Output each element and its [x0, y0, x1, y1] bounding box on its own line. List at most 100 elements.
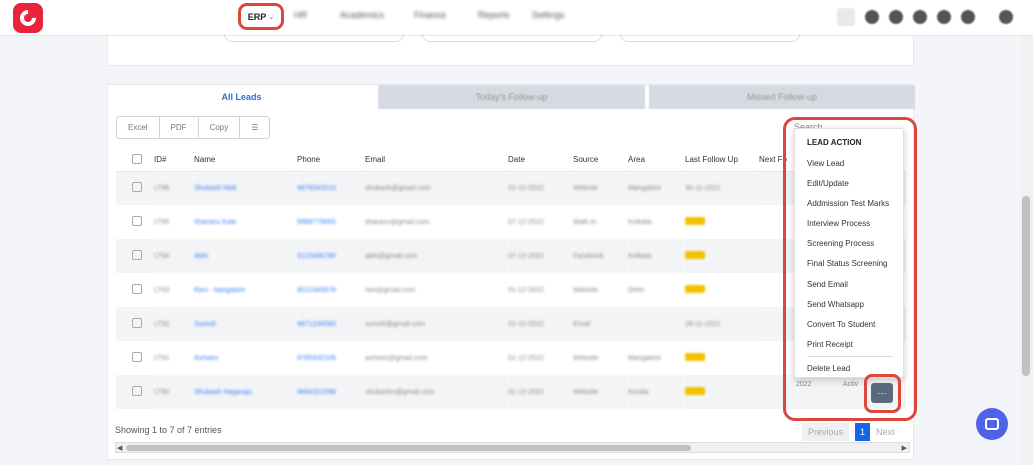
cell-area: Mangalore	[628, 354, 662, 362]
col-id[interactable]: ID#	[154, 149, 194, 172]
cell-date: 01-12-2022	[508, 307, 573, 341]
tab-all-leads[interactable]: All Leads	[108, 85, 375, 109]
cell-id: LT92	[154, 307, 194, 341]
cell-area: Kolkata	[628, 239, 685, 273]
col-phone[interactable]: Phone	[297, 149, 365, 172]
tab-today-followup[interactable]: Today's Follow-up	[378, 85, 645, 109]
select-all-cell	[116, 149, 154, 172]
notification-icon[interactable]	[913, 10, 927, 24]
pdf-button[interactable]: PDF	[159, 117, 199, 138]
cell-source: Facebook	[573, 239, 628, 273]
cell-id: LT96	[154, 171, 194, 205]
cell-name[interactable]: Abhi	[194, 239, 297, 273]
col-email[interactable]: Email	[365, 149, 508, 172]
avatar[interactable]	[999, 10, 1013, 24]
cell-id: LT91	[154, 354, 170, 362]
top-navbar: ERP ⌄ HR Academics Finance Reports Settin…	[0, 0, 1033, 36]
summary-pill	[224, 34, 404, 42]
cell-phone[interactable]: 9765432109	[297, 341, 365, 375]
cell-email: abhi@gmail.com	[365, 239, 508, 273]
cell-source: Website	[573, 375, 628, 409]
cell-phone[interactable]: 9871234560	[297, 307, 365, 341]
settings-icon[interactable]	[937, 10, 951, 24]
row-checkbox[interactable]	[132, 250, 142, 260]
message-icon[interactable]	[961, 10, 975, 24]
status-badge	[685, 353, 705, 361]
col-area[interactable]: Area	[628, 149, 685, 172]
nav-item-academics[interactable]: Academics	[340, 10, 384, 20]
nav-item-settings[interactable]: Settings	[532, 10, 565, 20]
scroll-thumb[interactable]	[126, 445, 691, 451]
cell-name[interactable]: Ashwini	[194, 341, 297, 375]
cell-id: LT93	[154, 286, 170, 294]
cell-id: LT95	[154, 218, 170, 226]
cell-phone[interactable]: 9123456780	[297, 239, 365, 273]
col-name[interactable]: Name	[194, 149, 297, 172]
logo-c-shape	[16, 6, 40, 30]
row-checkbox-cell	[116, 341, 154, 375]
status-badge	[685, 251, 705, 259]
col-source[interactable]: Source	[573, 149, 628, 172]
cell-phone[interactable]: 9012345678	[297, 273, 365, 307]
row-checkbox-cell	[116, 375, 154, 409]
cell-source: Walk-In	[573, 218, 597, 226]
cell-area: Kolkata	[628, 218, 652, 226]
nav-erp-label: ERP	[247, 11, 267, 22]
next-button[interactable]: Next	[876, 427, 895, 437]
column-visibility-button[interactable]: ☰	[240, 117, 270, 138]
row-checkbox[interactable]	[132, 352, 142, 362]
nav-item-hr[interactable]: HR	[294, 10, 307, 20]
search-icon[interactable]	[837, 8, 855, 26]
brand-logo[interactable]	[13, 3, 43, 33]
row-checkbox-cell	[116, 205, 154, 239]
page-scrollbar[interactable]	[1020, 36, 1033, 465]
list-icon: ☰	[251, 123, 259, 132]
cell-name[interactable]: Ravi - bangalore	[194, 273, 297, 307]
cell-name[interactable]: Suresh	[194, 307, 297, 341]
row-checkbox[interactable]	[132, 216, 142, 226]
nav-item-reports[interactable]: Reports	[478, 10, 510, 20]
table-info: Showing 1 to 7 of 7 entries	[115, 425, 222, 435]
cell-area	[628, 307, 685, 341]
select-all-checkbox[interactable]	[132, 153, 142, 164]
page-1-button[interactable]: 1	[855, 423, 871, 441]
row-checkbox[interactable]	[132, 284, 142, 294]
chat-button[interactable]	[976, 408, 1008, 440]
row-checkbox[interactable]	[132, 182, 142, 193]
row-checkbox-cell	[116, 171, 154, 205]
cell-date: 07-12-2022	[508, 218, 544, 226]
summary-card	[107, 34, 914, 66]
scroll-left-icon[interactable]: ◀	[117, 444, 122, 452]
cell-email: shubashn@gmail.com	[365, 375, 508, 409]
cell-phone[interactable]: 9876543210	[297, 171, 365, 205]
excel-button[interactable]: Excel	[117, 117, 160, 138]
col-date[interactable]: Date	[508, 149, 573, 172]
page-scroll-thumb[interactable]	[1022, 196, 1030, 376]
cell-source: Website	[573, 286, 599, 294]
action-button-highlight-annotation	[864, 374, 901, 413]
scroll-right-icon[interactable]: ▶	[902, 444, 907, 452]
cell-date: 01-12-2022	[508, 286, 544, 294]
tab-missed-followup[interactable]: Missed Follow-up	[649, 85, 915, 109]
cell-name[interactable]: Shubash Nagaraju	[194, 375, 297, 409]
chevron-down-icon: ⌄	[268, 13, 275, 21]
row-checkbox[interactable]	[132, 318, 142, 328]
cell-phone[interactable]: 9988776655	[297, 205, 365, 239]
nav-item-finance[interactable]: Finance	[414, 10, 446, 20]
cell-name[interactable]: Shubash Mali	[194, 171, 297, 205]
cell-area: Mangalore	[628, 171, 685, 205]
row-checkbox-cell	[116, 273, 154, 307]
apps-icon[interactable]	[889, 10, 903, 24]
cell-email: ashwini@gmail.com	[365, 354, 428, 362]
col-last-followup[interactable]: Last Follow Up	[685, 149, 759, 172]
cell-phone[interactable]: 9654321098	[297, 375, 365, 409]
cell-last-followup	[685, 341, 759, 375]
cell-date: 01-12-2022	[508, 354, 544, 362]
cell-name[interactable]: Sharanu Kale	[194, 205, 297, 239]
nav-erp-dropdown[interactable]: ERP ⌄	[238, 3, 284, 30]
add-icon[interactable]	[865, 10, 879, 24]
row-checkbox[interactable]	[132, 386, 142, 396]
previous-button[interactable]: Previous	[802, 423, 850, 441]
copy-button[interactable]: Copy	[198, 117, 241, 138]
horizontal-scrollbar[interactable]: ◀ ▶	[115, 442, 910, 453]
